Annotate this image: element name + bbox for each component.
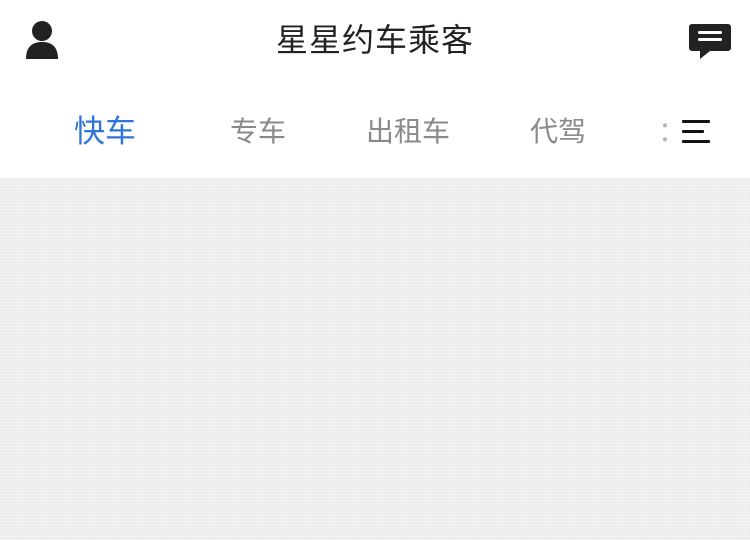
message-button[interactable] [688, 18, 732, 62]
tab-designated-driver[interactable]: 代驾 [530, 110, 586, 154]
ride-type-tabs: 快车 专车 出租车 代驾 ： [0, 84, 750, 178]
menu-icon [682, 120, 710, 143]
app-screen: 星星约车乘客 快车 专车 出租车 代驾 ： [0, 0, 750, 540]
tab-express-ride[interactable]: 快车 [74, 110, 136, 154]
page-title: 星星约车乘客 [275, 21, 474, 59]
tab-taxi[interactable]: 出租车 [366, 110, 450, 154]
message-icon [689, 24, 731, 59]
top-header: 星星约车乘客 [0, 0, 750, 84]
main-content-area [0, 178, 750, 540]
tab-premier-ride[interactable]: 专车 [230, 110, 286, 154]
tab-menu-button[interactable] [676, 112, 716, 152]
tab-overflow-partial[interactable]: ： [658, 110, 668, 154]
